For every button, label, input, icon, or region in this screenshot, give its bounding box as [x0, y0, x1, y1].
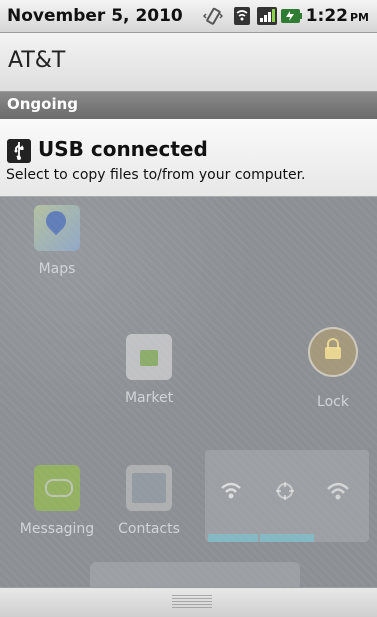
wifi-icon: [234, 7, 250, 25]
app-messaging: Messaging: [12, 465, 102, 537]
contacts-icon: [126, 465, 172, 511]
status-time-value: 1:22: [305, 6, 348, 26]
carrier-name: AT&T: [8, 48, 66, 73]
app-maps: Maps: [12, 205, 102, 277]
drag-grip-icon: [172, 595, 212, 609]
app-label-market: Market: [124, 390, 174, 406]
usb-icon: [7, 139, 31, 163]
battery-charging-icon: [281, 9, 302, 23]
home-screen-background: Maps Market Lock Messaging Contacts: [0, 197, 377, 587]
power-control-widget: [205, 450, 369, 542]
usb-notification[interactable]: USB connected Select to copy files to/fr…: [0, 119, 377, 197]
status-bar[interactable]: November 5, 2010 1:22 PM: [0, 0, 377, 33]
notification-subtitle: Select to copy files to/from your comput…: [6, 167, 306, 183]
widget-indicator-2: [260, 534, 314, 542]
widget-sync-icon: [273, 480, 297, 508]
widget-bluetooth-icon: [325, 480, 351, 508]
app-market: Market: [104, 334, 194, 406]
maps-icon: [34, 205, 80, 251]
status-date: November 5, 2010: [7, 6, 183, 26]
ongoing-header-label: Ongoing: [7, 95, 79, 113]
status-time: 1:22 PM: [306, 6, 369, 26]
dock-bar: [90, 562, 300, 587]
status-ampm: PM: [349, 11, 369, 24]
notification-title: USB connected: [38, 137, 208, 161]
app-label-maps: Maps: [38, 261, 76, 277]
app-lock: Lock: [288, 327, 377, 410]
widget-indicator-1: [208, 534, 258, 542]
carrier-row: AT&T: [0, 33, 377, 92]
ongoing-header: Ongoing: [0, 92, 377, 119]
app-contacts: Contacts: [104, 465, 194, 537]
app-label-messaging: Messaging: [19, 521, 95, 537]
vibrate-icon: [203, 7, 223, 25]
app-label-lock: Lock: [317, 394, 349, 410]
lock-icon: [308, 327, 358, 377]
app-label-contacts: Contacts: [118, 521, 180, 537]
signal-icon: [257, 7, 277, 25]
notification-shade-handle[interactable]: [0, 587, 377, 617]
messaging-icon: [34, 465, 80, 511]
widget-wifi-icon: [219, 480, 243, 508]
market-icon: [126, 334, 172, 380]
